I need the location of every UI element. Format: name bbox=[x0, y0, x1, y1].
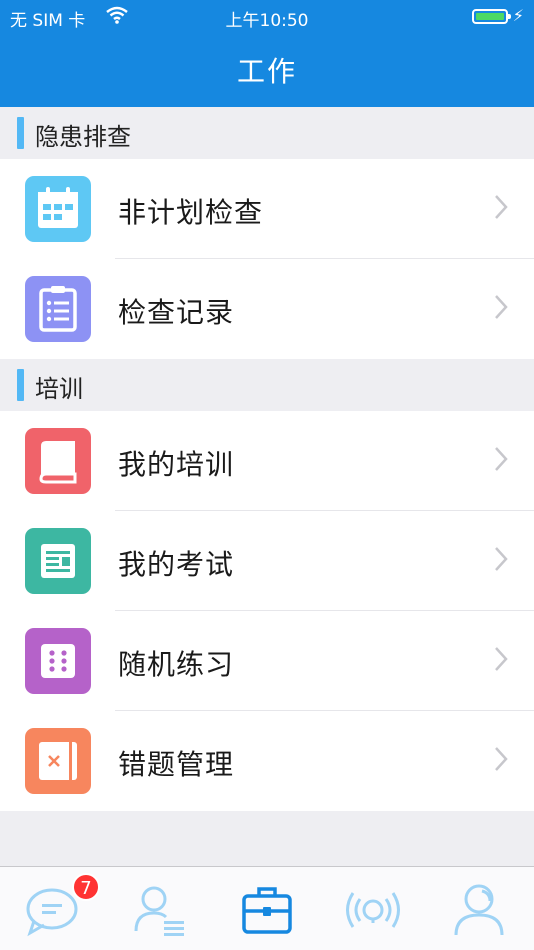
chevron-right-icon bbox=[494, 746, 508, 776]
chevron-right-icon bbox=[494, 646, 508, 676]
list-item-inspection-records[interactable]: 检查记录 bbox=[0, 259, 534, 359]
exam-paper-icon bbox=[25, 528, 91, 594]
app-header: 无 SIM 卡 上午10:50 ⚡ 工作 bbox=[0, 0, 534, 107]
chevron-right-icon bbox=[494, 546, 508, 576]
section-header-training: 培训 bbox=[0, 359, 534, 411]
section-header-hazard-check: 隐患排查 bbox=[0, 107, 534, 159]
status-time: 上午10:50 bbox=[225, 11, 309, 31]
status-bar: 无 SIM 卡 上午10:50 ⚡ bbox=[0, 0, 534, 36]
list-item-my-exams[interactable]: 我的考试 bbox=[0, 511, 534, 611]
page-title: 工作 bbox=[236, 55, 297, 88]
section-accent-bar bbox=[17, 117, 24, 149]
section-label: 培训 bbox=[35, 375, 83, 403]
list-item-wrong-answers[interactable]: 错题管理 bbox=[0, 711, 534, 811]
chevron-right-icon bbox=[494, 194, 508, 224]
tab-bar: 7 bbox=[0, 866, 534, 950]
profile-icon bbox=[454, 884, 504, 936]
list-item-label: 随机练习 bbox=[118, 648, 235, 681]
chevron-right-icon bbox=[494, 446, 508, 476]
clipboard-list-icon bbox=[25, 276, 91, 342]
broadcast-icon bbox=[346, 892, 400, 928]
calendar-icon bbox=[25, 176, 91, 242]
list-item-label: 我的培训 bbox=[118, 448, 235, 481]
book-icon bbox=[25, 428, 91, 494]
unread-badge: 7 bbox=[72, 873, 100, 901]
dice-icon bbox=[25, 628, 91, 694]
tab-broadcast[interactable] bbox=[340, 877, 406, 943]
list-item-unplanned-check[interactable]: 非计划检查 bbox=[0, 159, 534, 259]
list-item-label: 非计划检查 bbox=[118, 196, 264, 229]
section-accent-bar bbox=[17, 369, 24, 401]
list-item-random-practice[interactable]: 随机练习 bbox=[0, 611, 534, 711]
list-item-label: 错题管理 bbox=[118, 748, 235, 781]
contacts-icon bbox=[134, 886, 184, 936]
list-item-label: 检查记录 bbox=[118, 296, 235, 329]
tab-work[interactable] bbox=[234, 877, 300, 943]
charging-icon: ⚡ bbox=[512, 6, 524, 25]
list-item-my-training[interactable]: 我的培训 bbox=[0, 411, 534, 511]
tab-contacts[interactable] bbox=[128, 877, 194, 943]
wrong-answer-notebook-icon bbox=[25, 728, 91, 794]
battery-icon bbox=[472, 9, 511, 24]
briefcase-icon bbox=[242, 887, 292, 934]
list-item-label: 我的考试 bbox=[118, 548, 235, 581]
section-label: 隐患排查 bbox=[35, 123, 131, 151]
chevron-right-icon bbox=[494, 294, 508, 324]
tab-profile[interactable] bbox=[446, 877, 512, 943]
